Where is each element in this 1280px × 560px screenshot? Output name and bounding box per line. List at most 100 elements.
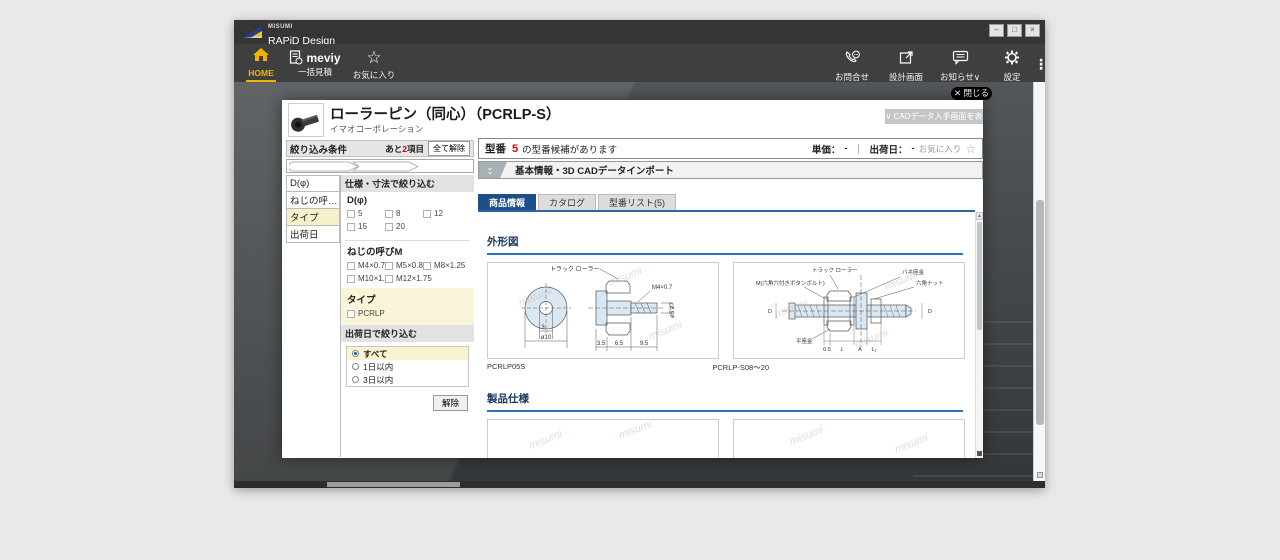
filter-nav-type[interactable]: タイプ	[286, 209, 340, 226]
content-header-area: 型番 5 の型番候補があります 単価： - ｜ 出荷日： - お気に入り ☆ ⌄…	[478, 138, 983, 179]
content-tabs: 商品情報 カタログ 型番リスト(5)	[478, 194, 983, 212]
remaining-suffix: 項目	[407, 144, 424, 154]
checkbox-m4[interactable]: M4×0.7	[347, 261, 385, 271]
checkbox-label: M4×0.7	[358, 261, 385, 271]
checkbox-label: M5×0.8	[396, 261, 423, 271]
checkbox-d-15[interactable]: 15	[347, 222, 385, 232]
modal-close-button[interactable]: ✕ 閉じる	[951, 87, 992, 100]
checkbox-label: M12×1.75	[396, 274, 432, 284]
nav-settings[interactable]: 設定	[994, 50, 1030, 83]
tab-catalog[interactable]: カタログ	[538, 194, 596, 210]
dimension-text: 9.5	[640, 341, 649, 347]
product-title: ローラーピン（同心）（PCRLP-S）	[330, 103, 560, 124]
checkbox-label: 20	[396, 222, 405, 232]
radio-all[interactable]: すべて	[347, 347, 468, 360]
nav-favorites[interactable]: ☆ お気に入り	[350, 49, 398, 81]
nav-meviy[interactable]: meviy 一括見積	[284, 50, 346, 78]
contact-phone-icon	[844, 50, 861, 65]
content-scrollbar-thumb[interactable]	[977, 222, 982, 330]
app-vertical-scrollbar[interactable]	[1033, 82, 1045, 481]
diagram-label: M4×0.7	[652, 285, 673, 291]
nav-design-screen[interactable]: 設計画面	[884, 50, 928, 83]
diagram-label: トラック ローラー	[812, 267, 858, 274]
filter-header: 絞り込み条件 あと2項目 全て解除	[286, 140, 474, 157]
nav-favorites-label: お気に入り	[350, 69, 398, 81]
product-photo-image	[734, 420, 964, 458]
checkbox-d-5[interactable]: 5	[347, 209, 385, 219]
radio-label: 1日以内	[363, 361, 393, 373]
checkbox-m12[interactable]: M12×1.75	[385, 274, 423, 284]
tab-partno-list[interactable]: 型番リスト(5)	[598, 194, 676, 210]
diagram-label: トラック ローラー	[550, 266, 600, 273]
checkbox-pcrlp[interactable]: PCRLP	[347, 309, 470, 319]
title-bar: MISUMI RAPiD Design – □ ×	[234, 20, 1045, 44]
filter-nav-shipday[interactable]: 出荷日	[286, 226, 340, 243]
checkbox-icon	[385, 262, 393, 270]
spec-section-header: 仕様・寸法で絞り込む	[341, 175, 474, 192]
remaining-prefix: あと	[385, 144, 402, 154]
cad-data-button[interactable]: ∨ CADデータ入手画面を表示	[885, 109, 983, 124]
app-scrollbar-thumb[interactable]	[1036, 200, 1044, 425]
scrollbar-up-button[interactable]: ▲	[976, 212, 983, 220]
checkbox-m8[interactable]: M8×1.25	[423, 261, 470, 271]
radio-3day[interactable]: 3日以内	[347, 373, 468, 386]
tab-product-info[interactable]: 商品情報	[478, 194, 536, 210]
radio-icon	[352, 350, 359, 357]
filter-nav: D(φ) ねじの呼… タイプ 出荷日	[286, 175, 340, 457]
maximize-button[interactable]: □	[1007, 24, 1022, 37]
dimension-text: 6.5	[615, 341, 624, 347]
app-horizontal-scrollbar[interactable]	[234, 481, 1045, 488]
outline-diagram-pcrlp05s: misumi misumi misumi	[487, 262, 719, 359]
home-icon	[252, 47, 270, 62]
nav-contact[interactable]: お問合せ	[830, 50, 874, 83]
checkbox-m10[interactable]: M10×1.5	[347, 274, 385, 284]
dimension-text: L₁	[872, 347, 877, 353]
external-link-icon	[899, 50, 914, 65]
checkbox-icon	[385, 275, 393, 283]
checkbox-d-12[interactable]: 12	[423, 209, 470, 219]
favorite-star-icon[interactable]: ☆	[965, 142, 976, 156]
minimize-button[interactable]: –	[989, 24, 1004, 37]
kebab-menu[interactable]: ⋮	[1034, 56, 1044, 73]
checkbox-icon	[385, 210, 393, 218]
product-modal: ローラーピン（同心）（PCRLP-S） イマオコーポレーション ∨ CADデータ…	[282, 100, 983, 458]
nav-home[interactable]: HOME	[243, 47, 279, 82]
radio-1day[interactable]: 1日以内	[347, 360, 468, 373]
pin-thumbnail-image	[289, 104, 323, 136]
checkbox-d-8[interactable]: 8	[385, 209, 423, 219]
filter-title: 絞り込み条件	[290, 142, 347, 156]
clear-all-button[interactable]: 全て解除	[428, 141, 470, 156]
favorite-label[interactable]: お気に入り	[919, 143, 962, 155]
remaining-count: あと2項目	[385, 143, 424, 155]
product-info-viewport: 外形図 misumi misumi misumi	[478, 212, 975, 458]
ship-date-value: -	[912, 143, 915, 154]
part-number-row: 型番 5 の型番候補があります 単価： - ｜ 出荷日： - お気に入り ☆	[478, 138, 983, 159]
content-scrollbar[interactable]: ▲	[975, 212, 983, 458]
filter-nav-d[interactable]: D(φ)	[286, 175, 340, 192]
misumi-logo-icon	[241, 24, 263, 40]
meviy-brand-text: meviy	[306, 51, 340, 65]
h-scrollbar-thumb[interactable]	[327, 482, 460, 487]
caption-pcrlp05s: PCRLP05S	[487, 362, 525, 373]
release-button[interactable]: 解除	[433, 395, 468, 411]
caption-pcrlps08-20: PCRLP-S08～20	[712, 362, 769, 373]
close-window-button[interactable]: ×	[1025, 24, 1040, 37]
checkbox-icon	[423, 210, 431, 218]
checkbox-icon	[423, 262, 431, 270]
nav-notice[interactable]: お知らせ∨	[936, 50, 984, 83]
basic-info-bar[interactable]: ⌄⌄ 基本情報・3D CADデータインポート	[478, 161, 983, 179]
type-section: タイプ PCRLP	[341, 288, 474, 325]
gear-icon	[1004, 50, 1020, 65]
partno-label: 型番	[485, 141, 506, 156]
ship-date-label: 出荷日：	[870, 142, 908, 156]
unit-price-value: -	[844, 143, 847, 154]
filter-nav-thread[interactable]: ねじの呼…	[286, 192, 340, 209]
checkbox-m5[interactable]: M5×0.8	[385, 261, 423, 271]
diagram-label: 六角ナット	[916, 279, 944, 287]
checkbox-icon	[347, 223, 355, 231]
checkbox-icon	[347, 310, 355, 318]
checkbox-label: M8×1.25	[434, 261, 465, 271]
double-chevron-down-icon: ⌄⌄	[479, 162, 507, 178]
checkbox-d-20[interactable]: 20	[385, 222, 423, 232]
dimension-text: 0.5	[823, 347, 831, 353]
